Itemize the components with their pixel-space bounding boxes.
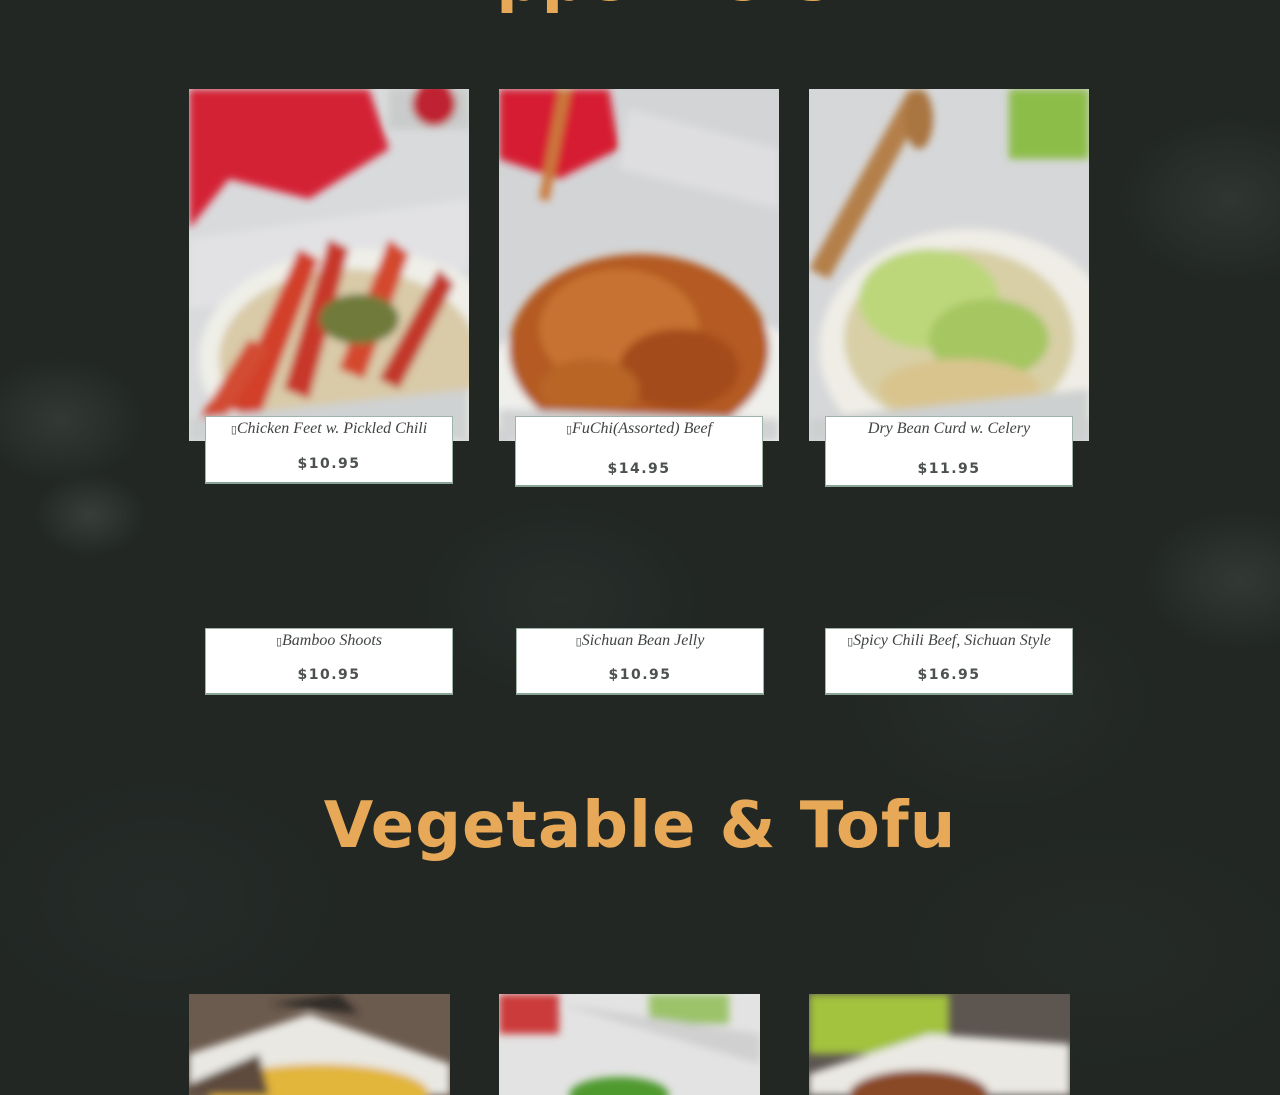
dish-name: ▯Bamboo Shoots xyxy=(275,632,383,649)
dish-price: $14.95 xyxy=(607,461,671,477)
dish-price: $10.95 xyxy=(297,456,361,472)
dish-card-chicken-feet[interactable]: ▯Chicken Feet w. Pickled Chili $10.95 xyxy=(205,416,453,484)
dish-photo-chicken-feet[interactable] xyxy=(189,89,469,441)
dish-price: $10.95 xyxy=(608,667,672,683)
dish-photo-veg-1[interactable] xyxy=(189,994,450,1095)
dish-photo-veg-2[interactable] xyxy=(499,994,760,1095)
dish-card-bamboo-shoots[interactable]: ▯Bamboo Shoots $10.95 xyxy=(205,628,453,695)
dish-card-bean-curd-celery[interactable]: Dry Bean Curd w. Celery $11.95 xyxy=(825,416,1073,487)
section-heading-vegetable-tofu: Vegetable & Tofu xyxy=(323,789,957,863)
dish-price: $10.95 xyxy=(297,667,361,683)
dish-name: Dry Bean Curd w. Celery xyxy=(867,420,1031,437)
dish-photo-fuchi-beef[interactable] xyxy=(499,89,779,441)
dish-card-fuchi-beef[interactable]: ▯FuChi(Assorted) Beef $14.95 xyxy=(515,416,763,487)
dish-price: $11.95 xyxy=(917,461,981,477)
dish-card-sichuan-bean-jelly[interactable]: ▯Sichuan Bean Jelly $10.95 xyxy=(516,628,764,695)
dish-name: ▯Spicy Chili Beef, Sichuan Style xyxy=(847,632,1051,649)
dish-photo-veg-3[interactable] xyxy=(809,994,1070,1095)
dish-card-spicy-chili-beef[interactable]: ▯Spicy Chili Beef, Sichuan Style $16.95 xyxy=(825,628,1073,695)
dish-name: ▯Chicken Feet w. Pickled Chili xyxy=(230,420,428,437)
dish-name: ▯Sichuan Bean Jelly xyxy=(575,632,705,649)
dish-photo-bean-curd-celery[interactable] xyxy=(809,89,1089,441)
dish-name: ▯FuChi(Assorted) Beef xyxy=(565,420,713,437)
section-heading-appetizers: Appetizers xyxy=(0,0,1280,10)
dish-price: $16.95 xyxy=(917,667,981,683)
